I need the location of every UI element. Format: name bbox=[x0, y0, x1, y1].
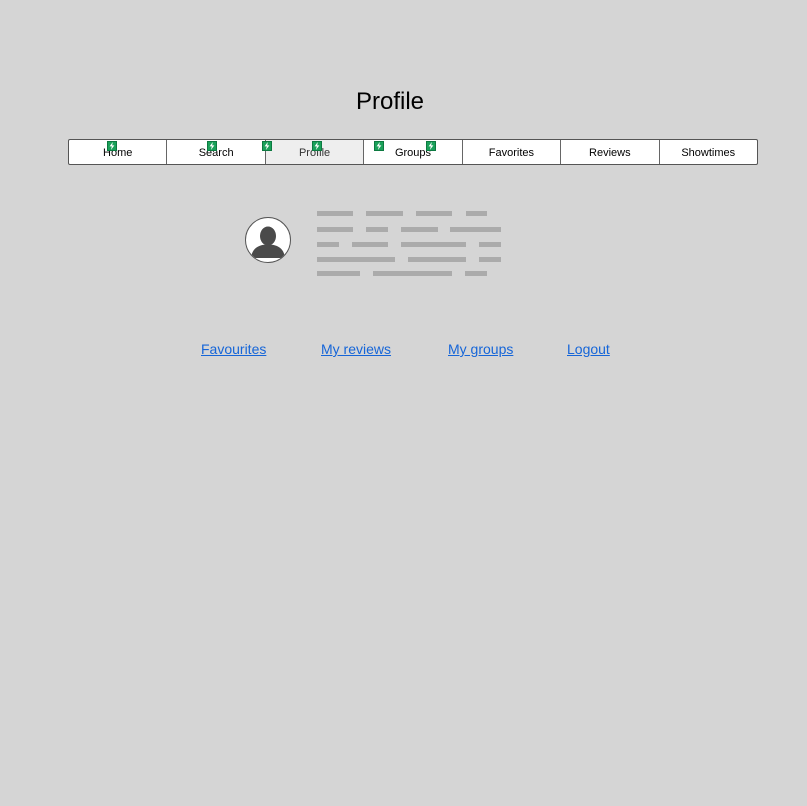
tab-reviews[interactable]: Reviews bbox=[561, 140, 660, 164]
page-title: Profile bbox=[355, 88, 425, 115]
tab-favorites-label: Favorites bbox=[488, 146, 535, 159]
tab-showtimes-label: Showtimes bbox=[681, 146, 736, 159]
tab-reviews-label: Reviews bbox=[589, 146, 631, 159]
tab-home[interactable]: Home bbox=[69, 140, 168, 164]
lightning-bolt-icon[interactable] bbox=[426, 141, 436, 151]
tab-showtimes[interactable]: Showtimes bbox=[660, 140, 757, 164]
nav-tabbar: Home Search Profile Groups Favorites Rev… bbox=[68, 139, 758, 165]
text-placeholder-icon bbox=[317, 211, 507, 281]
lightning-bolt-icon[interactable] bbox=[312, 141, 322, 151]
lightning-bolt-icon[interactable] bbox=[107, 141, 117, 151]
lightning-bolt-icon[interactable] bbox=[374, 141, 384, 151]
user-icon bbox=[245, 217, 291, 263]
profile-links: Favourites My reviews My groups Logout bbox=[0, 341, 807, 361]
favourites-link[interactable]: Favourites bbox=[201, 341, 266, 357]
tab-favorites[interactable]: Favorites bbox=[463, 140, 562, 164]
lightning-bolt-icon[interactable] bbox=[262, 141, 272, 151]
my-groups-link[interactable]: My groups bbox=[448, 341, 513, 357]
logout-link[interactable]: Logout bbox=[567, 341, 610, 357]
my-reviews-link[interactable]: My reviews bbox=[321, 341, 391, 357]
lightning-bolt-icon[interactable] bbox=[207, 141, 217, 151]
